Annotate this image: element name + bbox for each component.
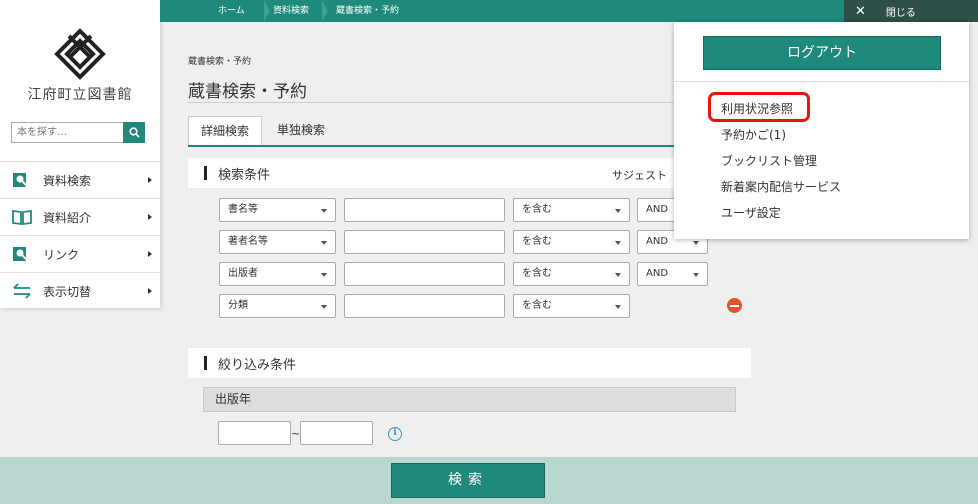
- breadcrumb-separator: [264, 0, 270, 22]
- section-marker: [204, 166, 207, 180]
- range-tilde: ~: [291, 427, 301, 440]
- breadcrumb-separator: [322, 0, 328, 22]
- sidebar-item-material-search[interactable]: 資料検索: [0, 161, 160, 198]
- match-select[interactable]: を含む: [513, 262, 630, 286]
- field-select[interactable]: 分類: [219, 294, 336, 318]
- library-logo-icon[interactable]: [54, 28, 106, 80]
- tab-detailed-search[interactable]: 詳細検索: [188, 116, 262, 146]
- sidebar-nav: 資料検索 資料紹介 リンク 表示切替: [0, 161, 160, 309]
- account-menu: ログアウト 利用状況参照 予約かご(1) ブックリスト管理 新着案内配信サービス…: [674, 22, 969, 239]
- menu-divider: [674, 81, 969, 82]
- keyword-input[interactable]: [344, 262, 505, 286]
- page-title: 蔵書検索・予約: [188, 82, 307, 102]
- breadcrumb-home[interactable]: ホーム: [218, 0, 245, 22]
- highlight-box: [708, 92, 810, 122]
- sidebar-search: [11, 122, 145, 143]
- breadcrumb-current: 蔵書検索・予約: [336, 6, 400, 16]
- sidebar-item-display-switch[interactable]: 表示切替: [0, 272, 160, 309]
- sidebar-search-input[interactable]: [11, 122, 123, 143]
- library-name[interactable]: 江府町立図書館: [0, 84, 160, 104]
- field-select[interactable]: 出版者: [219, 262, 336, 286]
- suggest-toggle[interactable]: サジェスト: [612, 167, 667, 183]
- breadcrumb-material-search[interactable]: 資料検索: [273, 0, 309, 22]
- sidebar: 江府町立図書館 資料検索 資料紹介 リンク: [0, 0, 160, 308]
- sidebar-item-label: 資料紹介: [43, 210, 92, 225]
- sidebar-search-button[interactable]: [123, 122, 145, 143]
- magnifier-icon: [128, 127, 140, 138]
- sidebar-item-label: 表示切替: [43, 284, 92, 299]
- chevron-right-icon: [148, 214, 152, 220]
- filter-header: 絞り込み条件: [188, 348, 751, 378]
- sidebar-item-material-intro[interactable]: 資料紹介: [0, 198, 160, 235]
- search-book-icon: [12, 172, 32, 188]
- sidebar-item-label: 資料検索: [43, 173, 92, 188]
- menu-item-user-settings[interactable]: ユーザ設定: [721, 204, 781, 221]
- menu-item-reservation-cart[interactable]: 予約かご(1): [721, 126, 786, 143]
- info-icon[interactable]: i: [388, 427, 402, 441]
- link-search-icon: [12, 246, 32, 262]
- page-subtitle: 蔵書検索・予約: [188, 57, 252, 67]
- tab-underline: [188, 145, 678, 147]
- conditions-title: 検索条件: [218, 167, 271, 183]
- close-button[interactable]: ✕ 閉じる: [844, 0, 978, 22]
- field-select[interactable]: 書名等: [219, 198, 336, 222]
- field-select[interactable]: 著者名等: [219, 230, 336, 254]
- menu-item-new-arrivals[interactable]: 新着案内配信サービス: [721, 178, 841, 195]
- menu-item-booklist[interactable]: ブックリスト管理: [721, 152, 817, 169]
- open-book-icon: [12, 209, 32, 225]
- chevron-right-icon: [148, 288, 152, 294]
- sidebar-item-links[interactable]: リンク: [0, 235, 160, 272]
- pub-year-label: 出版年: [203, 387, 736, 412]
- match-select[interactable]: を含む: [513, 294, 630, 318]
- section-marker: [204, 356, 207, 370]
- match-select[interactable]: を含む: [513, 230, 630, 254]
- title-divider: [188, 102, 678, 103]
- chevron-right-icon: [148, 177, 152, 183]
- operator-select[interactable]: AND: [637, 262, 708, 286]
- close-icon: ✕: [855, 3, 866, 19]
- pub-year-to-input[interactable]: [300, 421, 373, 445]
- filter-title: 絞り込み条件: [218, 357, 297, 373]
- close-label: 閉じる: [885, 7, 916, 19]
- keyword-input[interactable]: [344, 230, 505, 254]
- match-select[interactable]: を含む: [513, 198, 630, 222]
- tab-single-search[interactable]: 単独検索: [274, 116, 328, 146]
- logout-button[interactable]: ログアウト: [703, 36, 941, 70]
- conditions-header: 検索条件: [188, 158, 678, 188]
- keyword-input[interactable]: [344, 198, 505, 222]
- keyword-input[interactable]: [344, 294, 505, 318]
- switch-arrows-icon: [12, 283, 32, 299]
- remove-row-icon[interactable]: [727, 298, 742, 313]
- sidebar-item-label: リンク: [43, 247, 80, 262]
- pub-year-from-input[interactable]: [218, 421, 291, 445]
- search-button[interactable]: 検索: [391, 463, 545, 498]
- chevron-right-icon: [148, 251, 152, 257]
